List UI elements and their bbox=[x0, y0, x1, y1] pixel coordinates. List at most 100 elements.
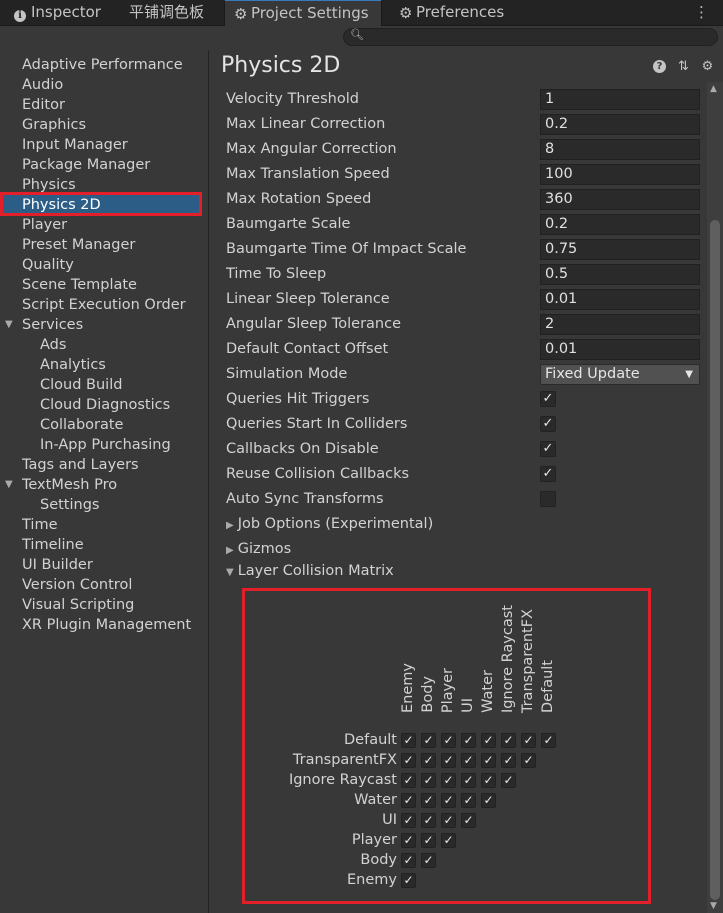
sidebar-item-graphics[interactable]: Graphics bbox=[22, 115, 86, 135]
sidebar-item-input-manager[interactable]: Input Manager bbox=[22, 135, 128, 155]
field-value[interactable]: 2 bbox=[545, 316, 554, 332]
sidebar-item-time[interactable]: Time bbox=[22, 515, 58, 535]
matrix-checkbox[interactable]: ✓ bbox=[441, 773, 456, 788]
sidebar-item-editor[interactable]: Editor bbox=[22, 95, 65, 115]
field-value[interactable]: 0.75 bbox=[545, 241, 577, 257]
matrix-checkbox[interactable]: ✓ bbox=[421, 813, 436, 828]
sidebar-item-quality[interactable]: Quality bbox=[22, 255, 74, 275]
matrix-checkbox[interactable]: ✓ bbox=[441, 753, 456, 768]
simulation-mode-dropdown[interactable]: Fixed Update ▼ bbox=[540, 364, 700, 385]
sidebar-item-adaptive-performance[interactable]: Adaptive Performance bbox=[22, 55, 183, 75]
matrix-checkbox[interactable]: ✓ bbox=[401, 853, 416, 868]
settings-icon[interactable]: ⚙ bbox=[701, 60, 714, 73]
number-field[interactable]: 0.5 bbox=[540, 264, 700, 285]
help-icon[interactable]: ? bbox=[653, 60, 666, 73]
matrix-checkbox[interactable]: ✓ bbox=[401, 753, 416, 768]
toggle-checkbox[interactable]: ✓ bbox=[540, 441, 556, 457]
matrix-checkbox[interactable]: ✓ bbox=[461, 733, 476, 748]
matrix-checkbox[interactable]: ✓ bbox=[541, 733, 556, 748]
matrix-checkbox[interactable]: ✓ bbox=[441, 813, 456, 828]
matrix-checkbox[interactable]: ✓ bbox=[441, 793, 456, 808]
sidebar-item-visual-scripting[interactable]: Visual Scripting bbox=[22, 595, 134, 615]
number-field[interactable]: 0.2 bbox=[540, 114, 700, 135]
toggle-checkbox[interactable]: ✓ bbox=[540, 391, 556, 407]
scroll-down-icon[interactable]: ▼ bbox=[710, 901, 717, 911]
toggle-checkbox[interactable]: ✓ bbox=[540, 466, 556, 482]
number-field[interactable]: 0.01 bbox=[540, 339, 700, 360]
matrix-checkbox[interactable]: ✓ bbox=[461, 813, 476, 828]
matrix-checkbox[interactable]: ✓ bbox=[421, 733, 436, 748]
matrix-checkbox[interactable]: ✓ bbox=[401, 873, 416, 888]
toggle-checkbox[interactable]: ✓ bbox=[540, 416, 556, 432]
matrix-checkbox[interactable]: ✓ bbox=[441, 733, 456, 748]
sidebar-item-audio[interactable]: Audio bbox=[22, 75, 63, 95]
toggle-checkbox[interactable] bbox=[540, 491, 556, 507]
sidebar-item-version-control[interactable]: Version Control bbox=[22, 575, 132, 595]
sidebar-item-ui-builder[interactable]: UI Builder bbox=[22, 555, 93, 575]
matrix-checkbox[interactable]: ✓ bbox=[421, 793, 436, 808]
matrix-checkbox[interactable]: ✓ bbox=[421, 753, 436, 768]
sidebar-item-preset-manager[interactable]: Preset Manager bbox=[22, 235, 135, 255]
matrix-checkbox[interactable]: ✓ bbox=[501, 753, 516, 768]
sidebar-item-settings[interactable]: Settings bbox=[40, 495, 99, 515]
sidebar-item-ads[interactable]: Ads bbox=[40, 335, 66, 355]
number-field[interactable]: 0.01 bbox=[540, 289, 700, 310]
tab-preferences[interactable]: ⚙ Preferences bbox=[399, 0, 504, 25]
field-value[interactable]: 0.5 bbox=[545, 266, 568, 282]
field-value[interactable]: 0.01 bbox=[545, 341, 577, 357]
matrix-checkbox[interactable]: ✓ bbox=[501, 773, 516, 788]
matrix-checkbox[interactable]: ✓ bbox=[421, 853, 436, 868]
sidebar-item-textmesh-pro[interactable]: ▼ TextMesh Pro bbox=[5, 475, 117, 495]
sidebar-item-script-execution-order[interactable]: Script Execution Order bbox=[22, 295, 186, 315]
matrix-checkbox[interactable]: ✓ bbox=[521, 733, 536, 748]
tab-inspector[interactable]: i Inspector bbox=[14, 0, 101, 25]
matrix-checkbox[interactable]: ✓ bbox=[461, 773, 476, 788]
preset-icon[interactable]: ⇅ bbox=[677, 60, 690, 73]
sidebar-item-timeline[interactable]: Timeline bbox=[22, 535, 84, 555]
matrix-checkbox[interactable]: ✓ bbox=[521, 753, 536, 768]
vertical-scrollbar[interactable]: ▲ ▼ bbox=[707, 82, 723, 913]
sidebar-item-tags-and-layers[interactable]: Tags and Layers bbox=[22, 455, 139, 475]
field-value[interactable]: 8 bbox=[545, 141, 554, 157]
field-value[interactable]: 360 bbox=[545, 191, 573, 207]
sidebar-item-cloud-diagnostics[interactable]: Cloud Diagnostics bbox=[40, 395, 170, 415]
matrix-checkbox[interactable]: ✓ bbox=[481, 773, 496, 788]
number-field[interactable]: 0.75 bbox=[540, 239, 700, 260]
expand-caret-icon[interactable]: ▼ bbox=[5, 315, 13, 335]
matrix-checkbox[interactable]: ✓ bbox=[461, 793, 476, 808]
foldout-layer-collision-matrix[interactable]: ▼ Layer Collision Matrix bbox=[226, 560, 394, 582]
foldout-gizmos[interactable]: ▶ Gizmos bbox=[226, 538, 291, 560]
scroll-up-icon[interactable]: ▲ bbox=[710, 84, 717, 94]
number-field[interactable]: 2 bbox=[540, 314, 700, 335]
matrix-checkbox[interactable]: ✓ bbox=[481, 793, 496, 808]
matrix-checkbox[interactable]: ✓ bbox=[441, 833, 456, 848]
number-field[interactable]: 0.2 bbox=[540, 214, 700, 235]
field-value[interactable]: 0.2 bbox=[545, 216, 568, 232]
field-value[interactable]: 0.2 bbox=[545, 116, 568, 132]
tab-tile-palette[interactable]: 平铺调色板 bbox=[129, 0, 204, 25]
matrix-checkbox[interactable]: ✓ bbox=[401, 813, 416, 828]
number-field[interactable]: 360 bbox=[540, 189, 700, 210]
matrix-checkbox[interactable]: ✓ bbox=[461, 753, 476, 768]
matrix-checkbox[interactable]: ✓ bbox=[501, 733, 516, 748]
sidebar-item-services[interactable]: ▼ Services bbox=[5, 315, 83, 335]
matrix-checkbox[interactable]: ✓ bbox=[401, 773, 416, 788]
tab-project-settings[interactable]: ⚙ Project Settings bbox=[224, 0, 382, 26]
number-field[interactable]: 1 bbox=[540, 89, 700, 110]
scrollbar-thumb[interactable] bbox=[710, 220, 720, 900]
sidebar-item-scene-template[interactable]: Scene Template bbox=[22, 275, 137, 295]
matrix-checkbox[interactable]: ✓ bbox=[481, 753, 496, 768]
field-value[interactable]: 0.01 bbox=[545, 291, 577, 307]
more-options-icon[interactable]: ⋮ bbox=[694, 0, 709, 24]
sidebar-item-player[interactable]: Player bbox=[22, 215, 67, 235]
sidebar-item-in-app-purchasing[interactable]: In-App Purchasing bbox=[40, 435, 171, 455]
matrix-checkbox[interactable]: ✓ bbox=[401, 733, 416, 748]
expand-caret-icon[interactable]: ▼ bbox=[5, 475, 13, 495]
search-input[interactable] bbox=[366, 29, 710, 47]
matrix-checkbox[interactable]: ✓ bbox=[401, 833, 416, 848]
field-value[interactable]: 1 bbox=[545, 91, 554, 107]
number-field[interactable]: 100 bbox=[540, 164, 700, 185]
matrix-checkbox[interactable]: ✓ bbox=[421, 833, 436, 848]
sidebar-item-collaborate[interactable]: Collaborate bbox=[40, 415, 123, 435]
matrix-checkbox[interactable]: ✓ bbox=[481, 733, 496, 748]
